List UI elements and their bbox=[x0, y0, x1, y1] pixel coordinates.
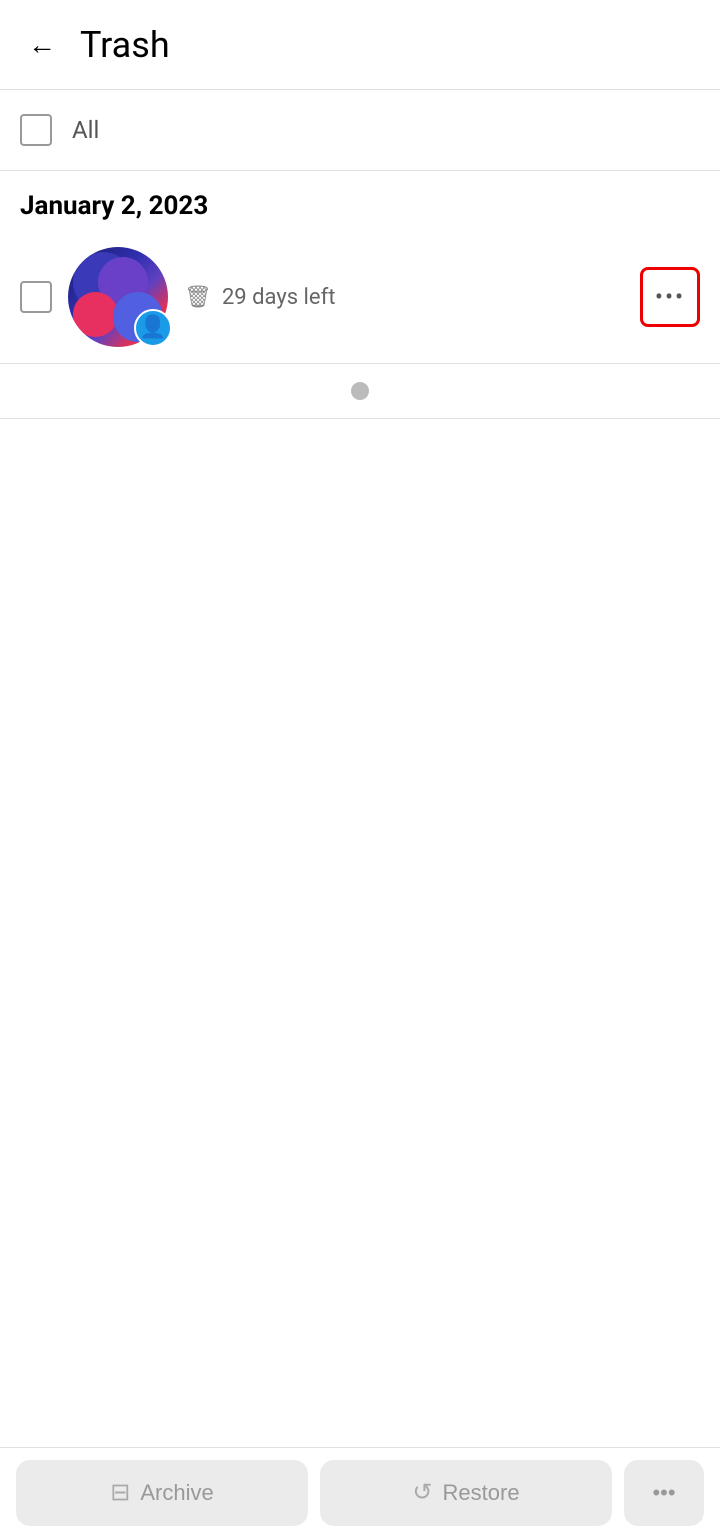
back-button[interactable]: ← bbox=[20, 23, 64, 67]
trash-icon: 🗑 bbox=[184, 285, 212, 310]
date-group: January 2, 2023 bbox=[0, 171, 720, 221]
back-arrow-icon: ← bbox=[28, 31, 56, 59]
item-info: 🗑 29 days left bbox=[184, 285, 624, 310]
header: ← Trash bbox=[0, 0, 720, 90]
avatar: 👤 bbox=[68, 247, 168, 347]
more-options-button[interactable]: ••• bbox=[640, 267, 700, 327]
main-content: January 2, 2023 👤 🗑 29 days left ••• bbox=[0, 171, 720, 1528]
archive-label: Archive bbox=[140, 1480, 213, 1506]
restore-label: Restore bbox=[443, 1480, 520, 1506]
bottom-toolbar: ⊟ Archive ↺ Restore ••• bbox=[0, 1447, 720, 1537]
archive-button[interactable]: ⊟ Archive bbox=[16, 1460, 308, 1526]
select-all-label: All bbox=[72, 116, 99, 144]
select-all-checkbox[interactable] bbox=[20, 114, 52, 146]
more-dots-icon: ••• bbox=[655, 283, 685, 311]
days-left-text: 29 days left bbox=[222, 285, 335, 310]
page-title: Trash bbox=[80, 24, 170, 66]
list-item: 👤 🗑 29 days left ••• bbox=[0, 231, 720, 364]
toolbar-more-icon: ••• bbox=[652, 1480, 675, 1506]
item-checkbox[interactable] bbox=[20, 281, 52, 313]
toolbar-more-button[interactable]: ••• bbox=[624, 1460, 704, 1526]
select-all-row: All bbox=[0, 90, 720, 171]
avatar-person-badge: 👤 bbox=[134, 309, 172, 347]
circle-indicator-row bbox=[0, 364, 720, 419]
person-icon: 👤 bbox=[139, 317, 166, 339]
date-heading: January 2, 2023 bbox=[20, 191, 700, 221]
restore-button[interactable]: ↺ Restore bbox=[320, 1460, 612, 1526]
restore-icon: ↺ bbox=[412, 1478, 432, 1507]
circle-indicator bbox=[351, 382, 369, 400]
archive-icon: ⊟ bbox=[110, 1478, 130, 1507]
